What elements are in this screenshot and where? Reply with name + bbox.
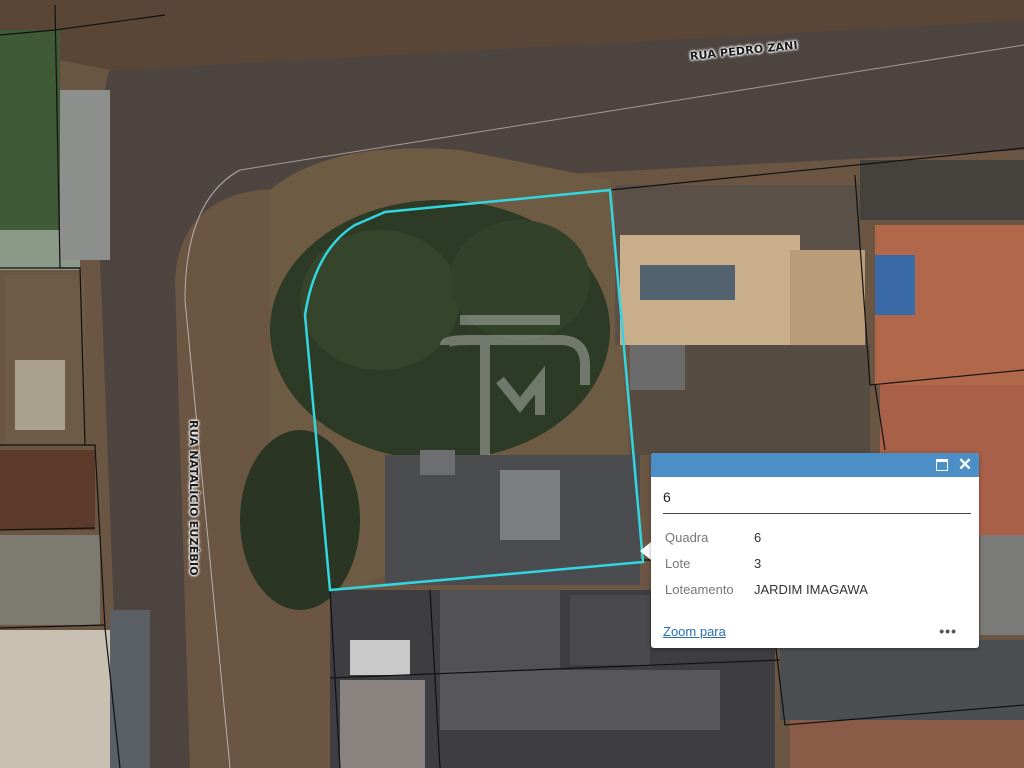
satellite-map[interactable] [0, 0, 1024, 768]
maximize-icon [936, 459, 948, 471]
field-value: 6 [754, 529, 762, 545]
more-options-icon[interactable]: ••• [939, 623, 957, 639]
maximize-button[interactable] [933, 456, 951, 474]
field-label: Loteamento [665, 581, 734, 597]
popup-pointer [640, 542, 651, 560]
popup-divider [663, 513, 971, 514]
field-label: Lote [665, 555, 691, 571]
table-row: Loteamento JARDIM IMAGAWA [665, 576, 868, 602]
feature-popup: ✕ 6 Quadra 6 Lote 3 Loteamento JARDIM IM… [651, 453, 979, 648]
popup-header: ✕ [651, 453, 979, 477]
table-row: Lote 3 [665, 550, 868, 576]
field-value: JARDIM IMAGAWA [754, 581, 868, 597]
close-icon[interactable]: ✕ [956, 456, 974, 474]
field-value: 3 [754, 555, 762, 571]
table-row: Quadra 6 [665, 524, 868, 550]
popup-title: 6 [663, 489, 671, 505]
street-label-natalicio-euzebio: RUA NATALÍCIO EUZÉBIO [187, 420, 200, 576]
attribute-table: Quadra 6 Lote 3 Loteamento JARDIM IMAGAW… [665, 524, 868, 602]
zoom-to-link[interactable]: Zoom para [663, 624, 726, 639]
field-label: Quadra [665, 529, 709, 545]
